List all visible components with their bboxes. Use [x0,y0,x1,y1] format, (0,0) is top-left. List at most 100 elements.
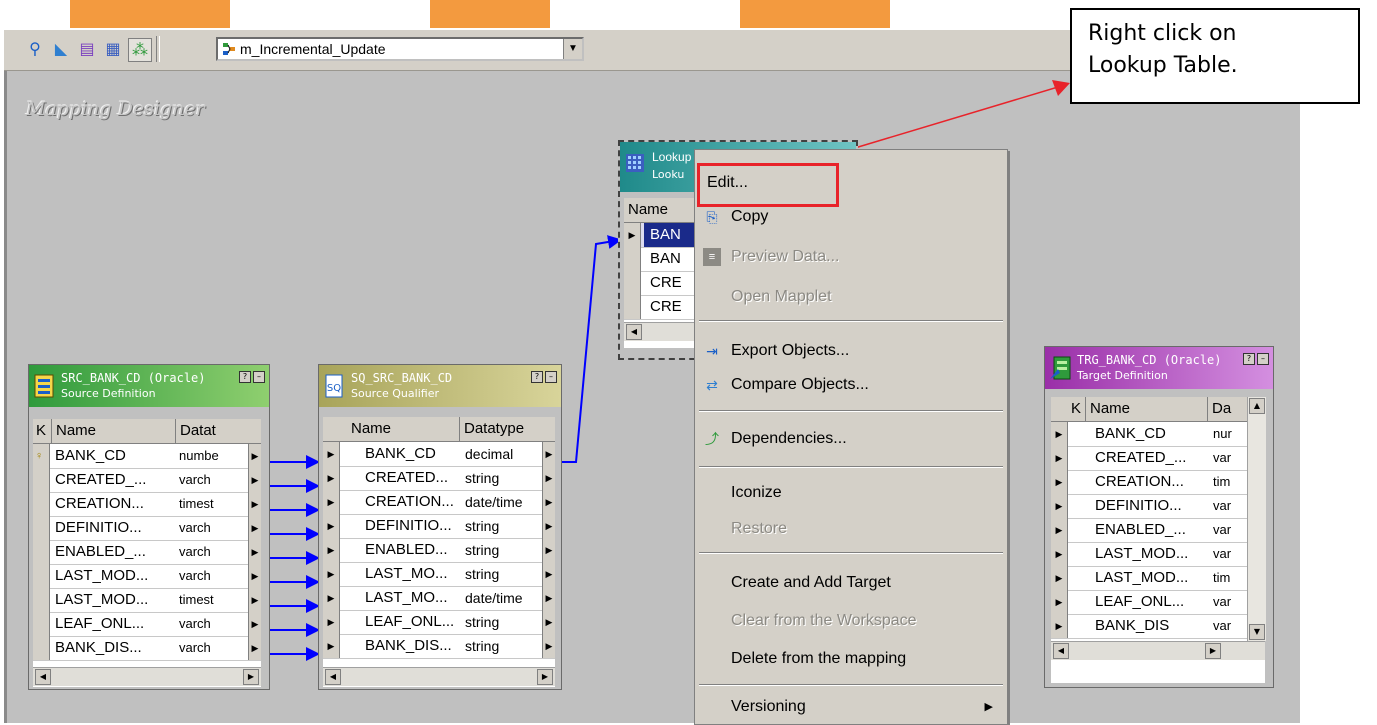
table-row[interactable]: ▶ LEAF_ONL... var [1051,590,1265,615]
table-row[interactable]: DEFINITIO... varch ▶ [33,516,261,541]
scroll-left-icon[interactable]: ◀ [35,669,51,685]
source-definition-header[interactable]: SRC_BANK_CD (Oracle) Source Definition ?… [29,365,269,407]
table-row[interactable]: ▶ CREATION... date/time ▶ [323,490,555,515]
table-row[interactable]: ▶ BAN [624,223,702,248]
table-row[interactable]: ▶ BANK_CD nur [1051,422,1265,447]
output-port-icon[interactable]: ▶ [542,538,555,562]
scroll-right-icon[interactable]: ▶ [1205,643,1221,659]
target-definition-box[interactable]: TRG_BANK_CD (Oracle) Target Definition ?… [1044,346,1274,688]
output-port-icon[interactable]: ▶ [248,564,261,588]
table-row[interactable]: ▶ CREATED_... var [1051,446,1265,471]
table-row[interactable]: ▶ DEFINITIO... string ▶ [323,514,555,539]
output-port-icon[interactable]: ▶ [248,540,261,564]
scroll-right-icon[interactable]: ▶ [243,669,259,685]
horizontal-scrollbar[interactable]: ◀ [624,322,698,341]
menu-item-create-and-add-target[interactable]: Create and Add Target [695,568,1007,598]
target-definition-header[interactable]: TRG_BANK_CD (Oracle) Target Definition ?… [1045,347,1273,389]
horizontal-scrollbar[interactable]: ◀ ▶ [33,667,261,686]
horizontal-scrollbar[interactable]: ◀ ▶ [323,667,555,686]
table-row[interactable]: ▶ LAST_MO... string ▶ [323,562,555,587]
table-row[interactable]: ▶ LAST_MO... date/time ▶ [323,586,555,611]
input-port-icon[interactable]: ▶ [323,514,340,538]
table-row[interactable]: CREATION... timest ▶ [33,492,261,517]
chevron-down-icon[interactable]: ▼ [563,39,582,59]
table-row[interactable]: ▶ BANK_DIS var [1051,614,1265,639]
table-row[interactable]: LEAF_ONL... varch ▶ [33,612,261,637]
table-row[interactable]: ▶ BANK_CD decimal ▶ [323,442,555,467]
input-port-icon[interactable]: ▶ [323,586,340,610]
table-row[interactable]: CREATED_... varch ▶ [33,468,261,493]
table-row[interactable]: ♀ BANK_CD numbe ▶ [33,444,261,469]
scroll-up-icon[interactable]: ▲ [1249,398,1265,414]
input-port-icon[interactable]: ▶ [1051,422,1068,446]
input-port-icon[interactable]: ▶ [1051,542,1068,566]
table-row[interactable]: ▶ CREATION... tim [1051,470,1265,495]
input-port-icon[interactable]: ▶ [323,562,340,586]
input-port-icon[interactable]: ▶ [1051,614,1068,638]
input-port-icon[interactable]: ▶ [1051,566,1068,590]
scroll-left-icon[interactable]: ◀ [325,669,341,685]
input-port-icon[interactable]: ▶ [1051,446,1068,470]
input-port-icon[interactable]: ▶ [1051,590,1068,614]
minimize-icon[interactable]: – [1257,353,1269,365]
output-port-icon[interactable]: ▶ [542,490,555,514]
scroll-right-icon[interactable]: ▶ [537,669,553,685]
table-row[interactable]: CRE [624,271,698,296]
help-icon[interactable]: ? [239,371,251,383]
scroll-left-icon[interactable]: ◀ [626,324,642,340]
scroll-left-icon[interactable]: ◀ [1053,643,1069,659]
output-port-icon[interactable]: ▶ [248,444,261,468]
source-analyzer-button[interactable]: ⚲ [24,38,46,60]
output-port-icon[interactable]: ▶ [248,636,261,660]
target-designer-button[interactable]: ◣ [50,38,72,60]
input-port-icon[interactable]: ▶ [323,634,340,658]
output-port-icon[interactable]: ▶ [542,514,555,538]
table-row[interactable]: LAST_MOD... varch ▶ [33,564,261,589]
input-port-icon[interactable]: ▶ [1051,494,1068,518]
table-row[interactable]: ▶ CREATED... string ▶ [323,466,555,491]
mapplet-designer-button[interactable]: ▦ [102,38,124,60]
table-row[interactable]: BANK_DIS... varch ▶ [33,636,261,661]
table-row[interactable]: ▶ DEFINITIO... var [1051,494,1265,519]
input-port-icon[interactable]: ▶ [323,442,340,466]
table-row[interactable]: ▶ LAST_MOD... tim [1051,566,1265,591]
input-port-icon[interactable]: ▶ [323,466,340,490]
output-port-icon[interactable]: ▶ [248,612,261,636]
input-port-icon[interactable]: ▶ [1051,470,1068,494]
table-row[interactable]: ▶ BANK_DIS... string ▶ [323,634,555,659]
output-port-icon[interactable]: ▶ [542,610,555,634]
table-row[interactable]: ▶ LEAF_ONL... string ▶ [323,610,555,635]
scroll-down-icon[interactable]: ▼ [1249,624,1265,640]
output-port-icon[interactable]: ▶ [248,492,261,516]
minimize-icon[interactable]: – [253,371,265,383]
table-row[interactable]: LAST_MOD... timest ▶ [33,588,261,613]
table-row[interactable]: BAN [624,247,698,272]
input-port-icon[interactable]: ▶ [1051,518,1068,542]
mapping-select[interactable]: m_Incremental_Update ▼ [216,37,584,61]
menu-item-compare-objects[interactable]: ⇄ Compare Objects... [695,370,1007,400]
menu-item-dependencies[interactable]: ⤴ Dependencies... [695,424,1007,454]
transformation-developer-button[interactable]: ▤ [76,38,98,60]
input-port-icon[interactable]: ▶ [323,610,340,634]
table-row[interactable]: ENABLED_... varch ▶ [33,540,261,565]
menu-item-delete-from-mapping[interactable]: Delete from the mapping [695,644,1007,674]
output-port-icon[interactable]: ▶ [248,468,261,492]
output-port-icon[interactable]: ▶ [248,588,261,612]
input-port-icon[interactable]: ▶ [323,490,340,514]
output-port-icon[interactable]: ▶ [542,586,555,610]
table-row[interactable]: ▶ LAST_MOD... var [1051,542,1265,567]
source-qualifier-header[interactable]: SQ SQ_SRC_BANK_CD Source Qualifier ? – [319,365,561,407]
menu-item-iconize[interactable]: Iconize [695,478,1007,508]
menu-item-versioning[interactable]: Versioning ▶ [695,692,1007,722]
input-port-icon[interactable]: ▶ [323,538,340,562]
source-qualifier-box[interactable]: SQ SQ_SRC_BANK_CD Source Qualifier ? – N… [318,364,562,690]
help-icon[interactable]: ? [1243,353,1255,365]
help-icon[interactable]: ? [531,371,543,383]
minimize-icon[interactable]: – [545,371,557,383]
table-row[interactable]: ▶ ENABLED_... var [1051,518,1265,543]
output-port-icon[interactable]: ▶ [542,634,555,658]
input-port-icon[interactable]: ▶ [624,223,641,247]
mapping-designer-button[interactable]: ⁂ [128,38,152,62]
table-row[interactable]: ▶ ENABLED... string ▶ [323,538,555,563]
table-row[interactable]: CRE [624,295,698,320]
